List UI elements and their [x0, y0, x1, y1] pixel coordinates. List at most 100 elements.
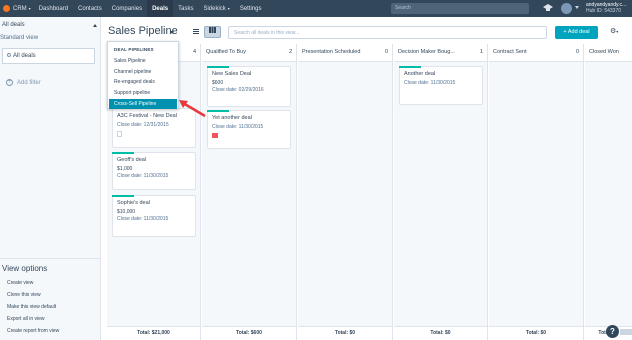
dropdown-header: DEAL PIPELINES: [114, 47, 154, 52]
nav-contacts[interactable]: Contacts: [73, 0, 107, 17]
current-view-label: All deals: [13, 53, 36, 59]
gear-icon[interactable]: ⚙▾: [610, 27, 618, 35]
hub-id: Hub ID: 543370: [586, 8, 622, 14]
column-name: Qualified To Buy: [206, 49, 246, 55]
deal-card[interactable]: Yet another deal Close date: 11/30/2015: [207, 110, 291, 149]
column-total: Total: $0: [489, 326, 583, 340]
pipeline-option-cross-sell[interactable]: Cross-Sell Pipeline: [109, 99, 177, 109]
chevron-down-icon: ▾: [28, 6, 31, 11]
chevron-down-icon[interactable]: [170, 31, 174, 34]
nav-deals[interactable]: Deals: [147, 0, 174, 17]
account-caret-icon[interactable]: [575, 6, 579, 9]
deal-close-date: Close date: 11/30/2015: [117, 216, 169, 222]
column-header: Contract Sent 0: [489, 44, 583, 62]
export-view-link[interactable]: Export all in view: [7, 316, 45, 322]
deal-close-date: Close date: 11/30/2015: [212, 124, 264, 130]
column-total: Total: $21,000: [107, 326, 200, 340]
top-navigation-bar: CRM ▾ Dashboard Contacts Companies Deals…: [0, 0, 632, 17]
sidebar-title[interactable]: All deals: [2, 22, 25, 28]
sidebar: All deals Standard view All deals + Add …: [0, 17, 101, 340]
deal-close-date: Close date: 02/29/2016: [212, 87, 264, 93]
column-count: 1: [479, 49, 483, 55]
list-view-button[interactable]: [190, 27, 202, 38]
deal-name[interactable]: Another deal: [404, 71, 478, 77]
pipeline-column: Qualified To Buy 2 New Sales Deal $600 Cl…: [202, 44, 297, 340]
collapse-caret-icon[interactable]: [93, 24, 97, 27]
nav-sidekick-label: Sidekick: [203, 5, 226, 12]
deal-card[interactable]: Sophie's deal $10,000 Close date: 11/30/…: [112, 195, 196, 237]
column-total: Total: $600: [202, 326, 296, 340]
view-icon: [7, 53, 11, 57]
add-deal-button[interactable]: + Add deal: [555, 26, 598, 39]
crm-logo-menu[interactable]: CRM ▾: [0, 0, 34, 17]
nav-tasks[interactable]: Tasks: [173, 0, 198, 17]
create-view-link[interactable]: Create view: [7, 280, 33, 286]
deal-name[interactable]: Geoff's deal: [117, 157, 191, 163]
column-total: Total: $0: [298, 326, 392, 340]
current-view-item[interactable]: All deals: [2, 48, 95, 64]
column-count: 4: [192, 49, 196, 55]
column-name: Contract Sent: [493, 49, 527, 55]
deal-card[interactable]: Another deal Close date: 11/30/2015: [399, 66, 483, 105]
help-icon[interactable]: ?: [606, 325, 619, 338]
column-name: Decision Maker Boug...: [398, 49, 455, 55]
create-report-link[interactable]: Create report from view: [7, 328, 59, 334]
deal-close-date: Close date: 11/30/2015: [117, 173, 169, 179]
view-options-title: View options: [2, 264, 48, 273]
clone-view-link[interactable]: Clone this view: [7, 292, 41, 298]
pipeline-option-sales[interactable]: Sales Pipeline: [109, 56, 177, 66]
tag-icon: [212, 133, 218, 138]
deal-name[interactable]: New Sales Deal: [212, 71, 286, 77]
crm-label: CRM: [13, 5, 27, 12]
account-info[interactable]: andyandyandy.c... Hub ID: 543370: [586, 2, 626, 14]
add-filter-label: Add filter: [17, 79, 41, 86]
nav-dashboard[interactable]: Dashboard: [34, 0, 73, 17]
column-count: 0: [575, 49, 579, 55]
pipeline-column: Decision Maker Boug... 1 Another deal Clo…: [394, 44, 488, 340]
column-name: Presentation Scheduled: [302, 49, 361, 55]
deal-card[interactable]: New Sales Deal $600 Close date: 02/29/20…: [207, 66, 291, 107]
deal-name[interactable]: Sophie's deal: [117, 200, 191, 206]
board-view-button[interactable]: [204, 26, 221, 38]
make-default-link[interactable]: Make this view default: [7, 304, 56, 310]
card-accent: [207, 66, 229, 68]
column-header: Qualified To Buy 2: [202, 44, 296, 62]
pipeline-option-reengaged[interactable]: Re-engaged deals: [109, 77, 177, 87]
column-count: 0: [384, 49, 388, 55]
annotation-arrow: [179, 100, 206, 118]
card-accent: [112, 195, 134, 197]
list-icon: [193, 29, 199, 34]
horizontal-scrollbar[interactable]: [620, 329, 632, 335]
deals-search-input[interactable]: Search all deals in this view...: [228, 26, 547, 39]
deal-close-date: Close date: 11/30/2015: [404, 80, 456, 86]
chevron-down-icon: ▾: [227, 6, 230, 11]
deal-amount: $600: [212, 80, 224, 86]
card-accent: [112, 152, 134, 154]
column-name: Closed Won: [589, 49, 619, 55]
pipeline-option-support[interactable]: Support pipeline: [109, 88, 177, 98]
pipeline-column: Contract Sent 0 Total: $0: [489, 44, 584, 340]
hubspot-sprocket-icon: [3, 5, 10, 12]
deal-card[interactable]: Geoff's deal $1,000 Close date: 11/30/20…: [112, 152, 196, 190]
column-count: 2: [288, 49, 292, 55]
nav-sidekick[interactable]: Sidekick ▾: [198, 0, 234, 17]
card-accent: [207, 110, 229, 112]
nav-settings[interactable]: Settings: [235, 0, 267, 17]
avatar[interactable]: [561, 3, 572, 14]
deal-name[interactable]: Yet another deal: [212, 115, 286, 121]
deal-close-date: Close date: 12/31/2015: [117, 122, 169, 128]
add-filter-button[interactable]: + Add filter: [6, 79, 41, 86]
column-header: Presentation Scheduled 0: [298, 44, 392, 62]
deal-amount: $10,000: [117, 209, 136, 215]
global-search-input[interactable]: Search: [391, 3, 529, 14]
sidebar-subtitle: Standard view: [0, 35, 39, 41]
column-total: Total: $0: [394, 326, 487, 340]
nav-companies[interactable]: Companies: [107, 0, 147, 17]
pipeline-column: Closed Won Total: $0: [585, 44, 632, 340]
pipeline-option-channel[interactable]: Channel pipeline: [109, 67, 177, 77]
graduation-cap-icon[interactable]: [543, 4, 553, 12]
column-header: Decision Maker Boug... 1: [394, 44, 487, 62]
board-icon: [209, 27, 216, 33]
card-accent: [399, 66, 421, 68]
pipeline-selector[interactable]: Sales Pipeline: [108, 25, 178, 37]
